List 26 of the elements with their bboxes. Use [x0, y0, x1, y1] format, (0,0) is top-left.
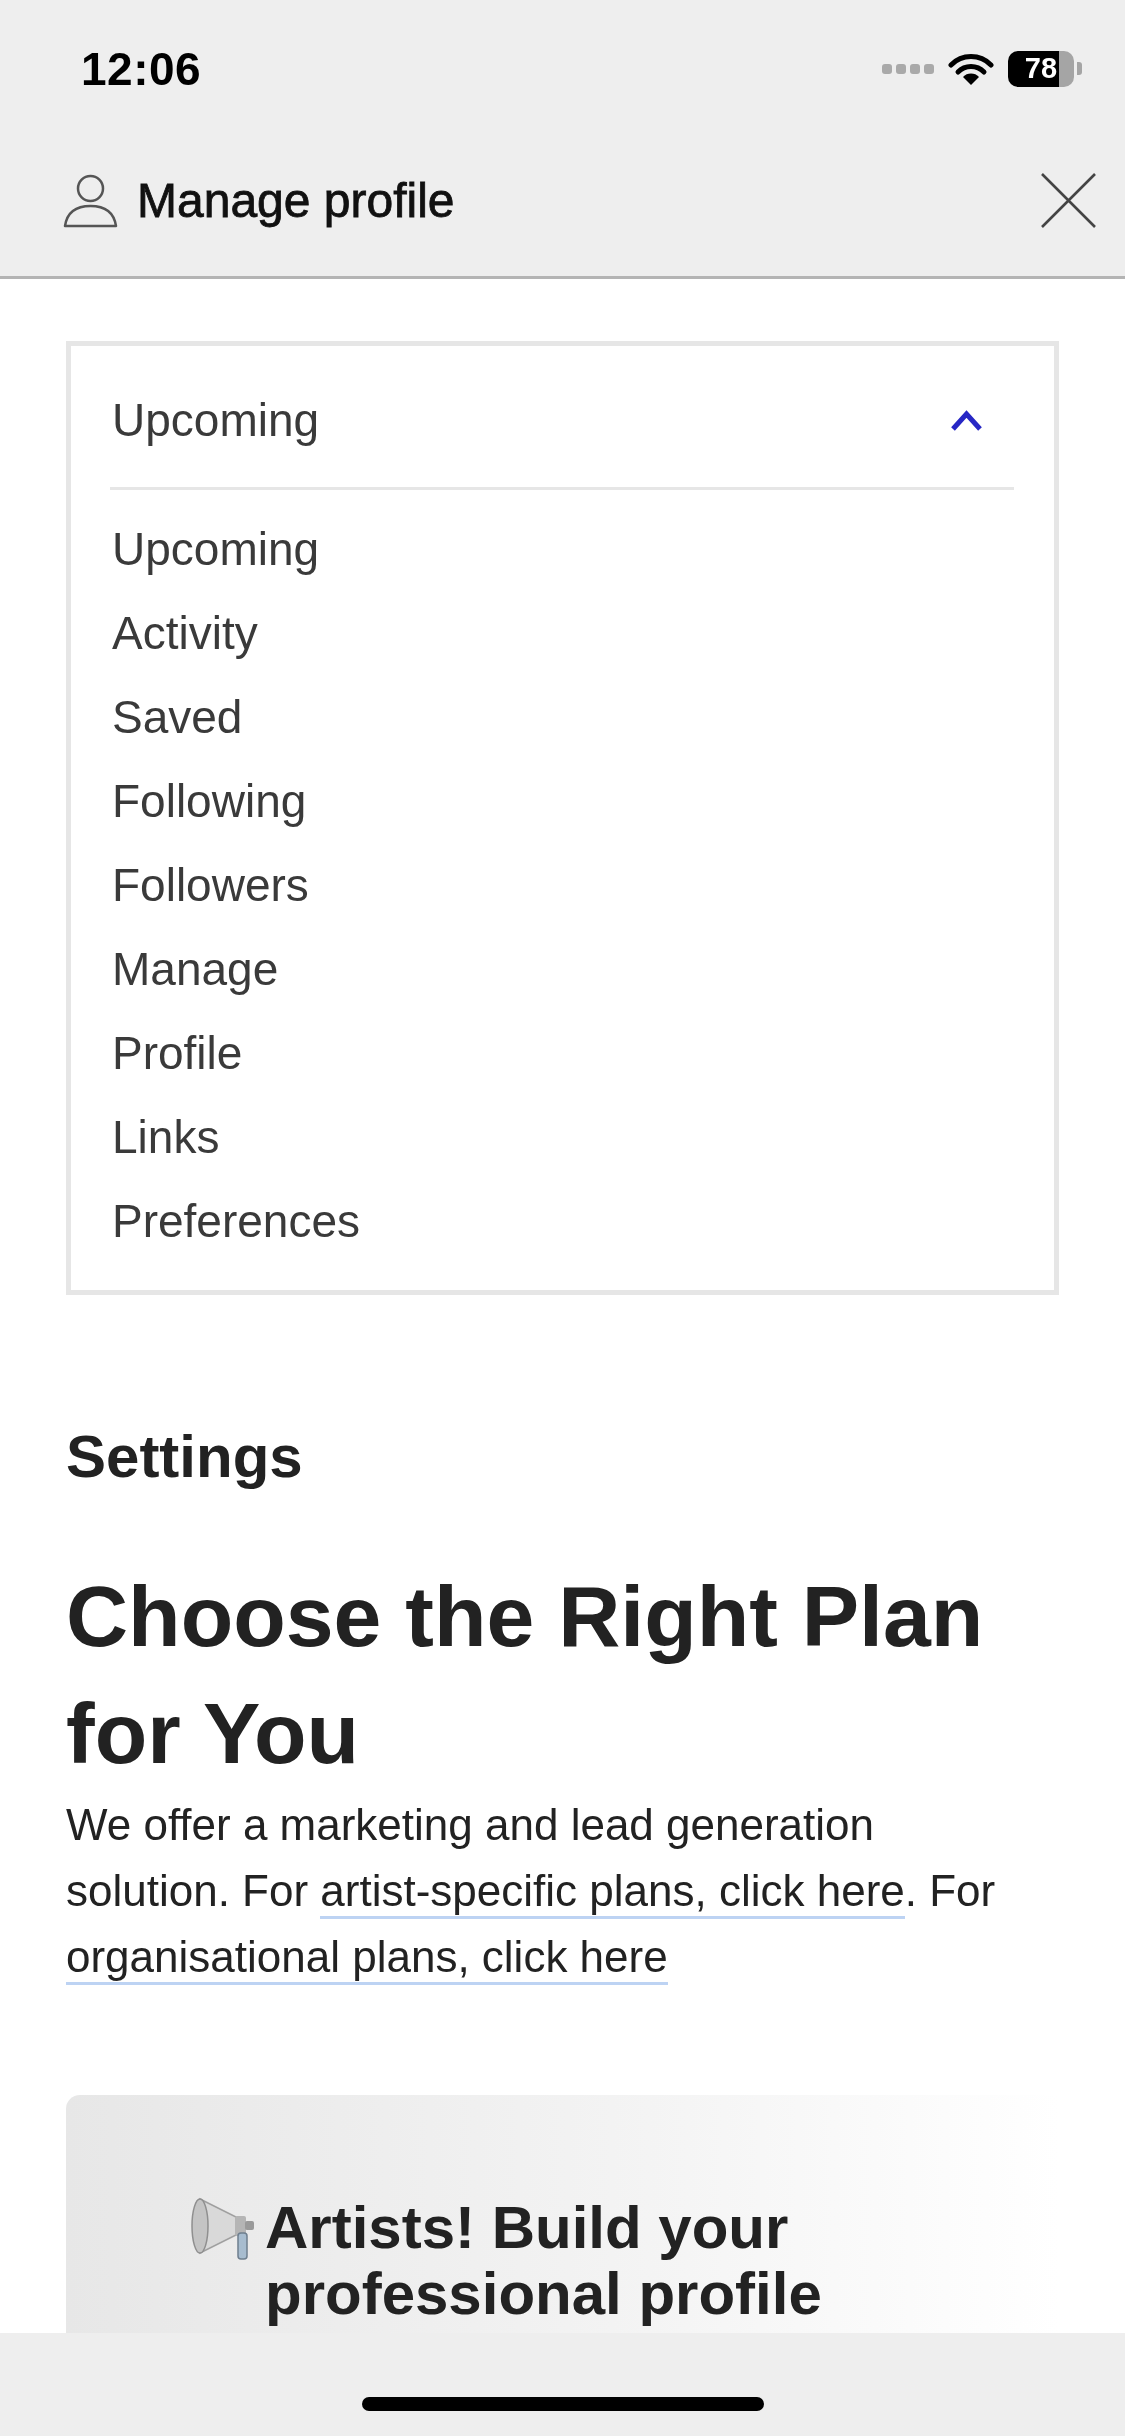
megaphone-icon	[190, 2195, 255, 2261]
intro-paragraph: We offer a marketing and lead generation solution. For artist-specific plans, click here. For organisational plans, click here	[66, 1792, 1031, 1990]
dropdown-toggle[interactable]: Upcoming	[110, 346, 1014, 490]
section-heading: Settings	[66, 1422, 303, 1492]
person-icon	[63, 173, 118, 228]
promo-card-title: Artists! Build your professional profile	[265, 2195, 823, 2327]
plan-link[interactable]: artist-specific plans, click here	[320, 1866, 905, 1919]
battery-cap-icon	[1077, 62, 1082, 75]
dropdown-option[interactable]: Profile	[112, 1011, 243, 1095]
wifi-icon	[948, 52, 994, 85]
close-icon	[1040, 172, 1097, 229]
battery-indicator: 78	[1008, 50, 1074, 87]
dropdown-option[interactable]: Activity	[112, 591, 258, 675]
page-title: Manage profile	[137, 173, 455, 228]
cellular-signal-icon	[882, 63, 934, 74]
dropdown-option[interactable]: Manage	[112, 927, 279, 1011]
plan-link[interactable]: organisational plans, click here	[66, 1932, 668, 1985]
dropdown-option[interactable]: Upcoming	[112, 507, 320, 591]
dropdown-option[interactable]: Saved	[112, 675, 243, 759]
dropdown-option[interactable]: Followers	[112, 843, 309, 927]
dropdown-option[interactable]: Following	[112, 759, 307, 843]
plan-title: Choose the Right Plan for You	[66, 1567, 985, 1783]
close-button[interactable]	[1040, 172, 1097, 229]
dropdown-option[interactable]: Links	[112, 1095, 220, 1179]
dropdown-option[interactable]: Preferences	[112, 1179, 360, 1263]
status-time: 12:06	[81, 41, 202, 96]
